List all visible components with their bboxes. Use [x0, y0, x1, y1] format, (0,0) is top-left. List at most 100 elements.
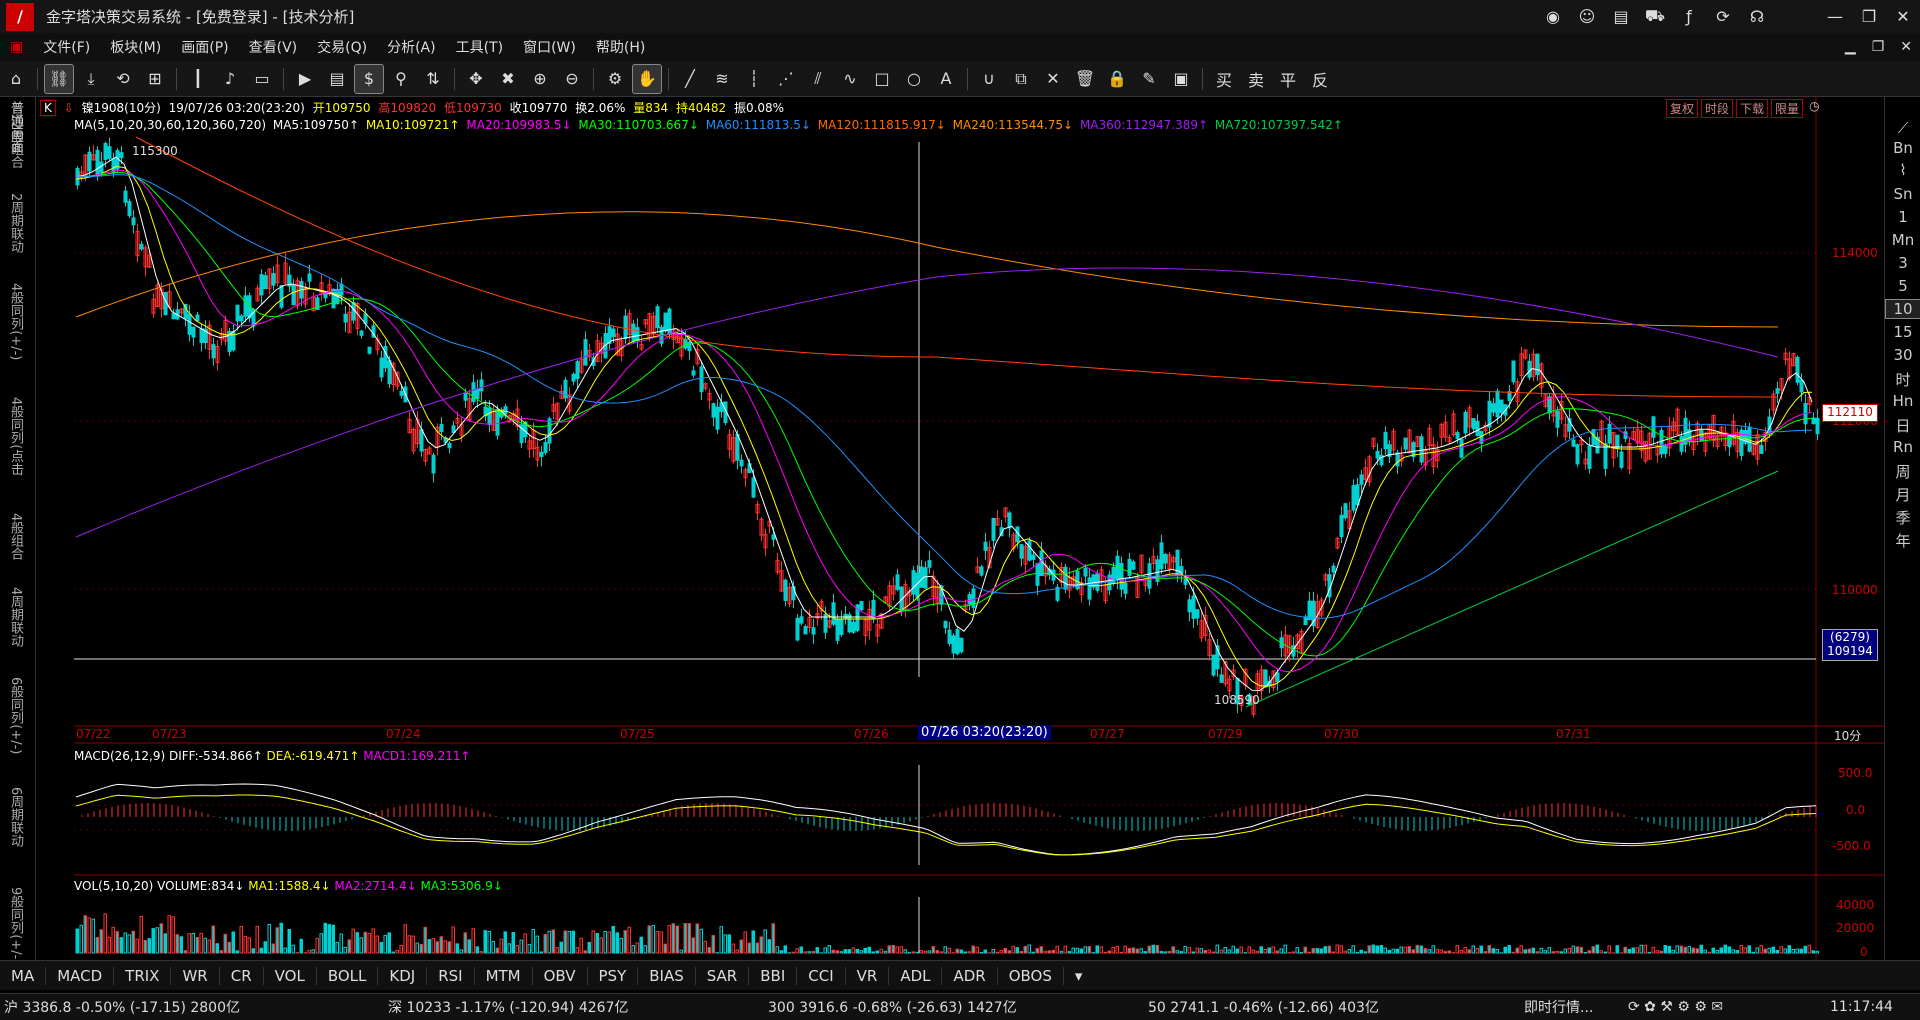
document-icon[interactable]: ▤ [322, 64, 352, 94]
tab-adr[interactable]: ADR [942, 966, 998, 985]
pen-icon[interactable]: ✎ [1134, 64, 1164, 94]
tab-trix[interactable]: TRIX [114, 966, 172, 985]
tab-macd[interactable]: MACD [46, 966, 115, 985]
tab-cr[interactable]: CR [220, 966, 264, 985]
ellipse-tool-icon[interactable]: ○ [899, 64, 929, 94]
period-rn[interactable]: Rn [1885, 438, 1920, 456]
period-week[interactable]: 周 [1885, 461, 1920, 482]
tab-layout-1[interactable]: 12般组合 [6, 113, 25, 169]
headset-icon[interactable]: ☊ [1740, 7, 1774, 26]
menu-help[interactable]: 帮助(H) [596, 37, 645, 57]
alert-bell-icon[interactable]: ♪ [215, 64, 245, 94]
tab-cci[interactable]: CCI [797, 966, 846, 985]
tab-vol[interactable]: VOL [264, 966, 317, 985]
rss-icon[interactable]: ◉ [1536, 7, 1570, 26]
sort-icon[interactable]: ⇅ [418, 64, 448, 94]
settings-icon[interactable]: ⚙ [600, 64, 630, 94]
fan-tool-icon[interactable]: ⋰ [771, 64, 801, 94]
period-hour[interactable]: 时 [1885, 369, 1920, 390]
period-quarter[interactable]: 季 [1885, 507, 1920, 528]
tab-psy[interactable]: PSY [588, 966, 639, 985]
text-tool-icon[interactable]: A [931, 64, 961, 94]
period-mn[interactable]: Mn [1885, 231, 1920, 249]
dollar-icon[interactable]: $ [354, 63, 384, 94]
menu-sector[interactable]: 板块(M) [110, 37, 161, 57]
delete-drawing-icon[interactable]: ✕ [1038, 64, 1068, 94]
zoom-out-icon[interactable]: ⊖ [557, 64, 587, 94]
tab-vr[interactable]: VR [846, 966, 890, 985]
tab-layout-8[interactable]: 6周期联动 [6, 787, 25, 847]
tab-wr[interactable]: WR [171, 966, 220, 985]
period-1[interactable]: 1 [1885, 208, 1920, 226]
play-icon[interactable]: ▶ [290, 64, 320, 94]
period-hn[interactable]: Hn [1885, 392, 1920, 410]
period-bn[interactable]: Bn [1885, 139, 1920, 157]
period-10[interactable]: 10 [1885, 299, 1920, 319]
notes-icon[interactable]: ▤ [1604, 7, 1638, 26]
hand-icon[interactable]: ✋ [632, 63, 662, 94]
candlestick-icon[interactable]: ┃ [183, 64, 213, 94]
tab-obv[interactable]: OBV [533, 966, 588, 985]
trendline-icon[interactable]: ⟋ [1885, 119, 1920, 137]
copy-icon[interactable]: ⧉ [1006, 64, 1036, 94]
tab-bbi[interactable]: BBI [749, 966, 798, 985]
magnet-icon[interactable]: ∪ [974, 64, 1004, 94]
restore-icon[interactable]: ❐ [1852, 7, 1886, 26]
period-3[interactable]: 3 [1885, 254, 1920, 272]
chart-area[interactable] [36, 97, 1884, 960]
download-icon[interactable]: ⤓ [76, 64, 106, 94]
quote-button[interactable]: 即时行情... [1524, 997, 1593, 1017]
move-icon[interactable]: ✥ [461, 64, 491, 94]
chart-window-icon[interactable]: ▭ [247, 64, 277, 94]
more-tabs-icon[interactable]: ▾ [1064, 967, 1094, 985]
filter-icon[interactable]: ⚲ [386, 64, 416, 94]
cart-icon[interactable]: ⛟ [1638, 6, 1672, 27]
tab-mtm[interactable]: MTM [475, 966, 533, 985]
formula-icon[interactable]: ƒ [1672, 7, 1706, 26]
buy-button[interactable]: 买 [1216, 67, 1232, 91]
save-icon[interactable]: ▣ [1166, 64, 1196, 94]
period-30[interactable]: 30 [1885, 346, 1920, 364]
vertical-lines-icon[interactable]: ┆ [739, 64, 769, 94]
grid-icon[interactable]: ⊞ [140, 64, 170, 94]
link-icon[interactable]: ⛓ [44, 63, 74, 94]
tab-layout-6[interactable]: 4周期联动 [6, 587, 25, 647]
tab-boll[interactable]: BOLL [317, 966, 379, 985]
tab-layout-5[interactable]: 4般组合 [6, 513, 25, 560]
menu-logo-icon[interactable]: ▣ [10, 39, 23, 55]
menu-analysis[interactable]: 分析(A) [387, 37, 436, 57]
period-day[interactable]: 日 [1885, 415, 1920, 436]
tab-bias[interactable]: BIAS [638, 966, 696, 985]
child-close-icon[interactable]: ✕ [1900, 39, 1912, 55]
menu-file[interactable]: 文件(F) [43, 37, 90, 57]
tab-layout-7[interactable]: 6般同列(+/-) [6, 677, 25, 754]
tab-layout-3[interactable]: 4般同列(+/-) [6, 283, 25, 360]
dropdown-icon[interactable]: ⇩ [64, 101, 74, 115]
child-minimize-icon[interactable]: ▁ [1845, 39, 1856, 55]
reverse-button[interactable]: 反 [1312, 67, 1328, 91]
lock-icon[interactable]: 🔒 [1102, 64, 1132, 94]
tab-obos[interactable]: OBOS [998, 966, 1064, 985]
tab-adl[interactable]: ADL [889, 966, 943, 985]
period-year[interactable]: 年 [1885, 530, 1920, 551]
wave-tool-icon[interactable]: ∿ [835, 64, 865, 94]
minimize-icon[interactable]: — [1818, 7, 1852, 26]
tab-layout-9[interactable]: 9般同列(+/-) [6, 887, 25, 964]
crosshair-icon[interactable]: ✖ [493, 64, 523, 94]
zoom-in-icon[interactable]: ⊕ [525, 64, 555, 94]
sell-button[interactable]: 卖 [1248, 67, 1264, 91]
tab-ma[interactable]: MA [0, 966, 47, 985]
home-icon[interactable]: ⌂ [1, 64, 31, 94]
trash-icon[interactable]: 🗑 [1070, 64, 1100, 94]
line-tool-icon[interactable]: ╱ [675, 64, 705, 94]
menu-trade[interactable]: 交易(Q) [317, 37, 367, 57]
sync-icon[interactable]: ⟲ [108, 64, 138, 94]
kline-chart[interactable] [36, 97, 1884, 960]
channel-tool-icon[interactable]: ≋ [707, 64, 737, 94]
rectangle-tool-icon[interactable]: □ [867, 64, 897, 94]
tab-kdj[interactable]: KDJ [378, 966, 428, 985]
limit-button[interactable]: 限量 [1771, 99, 1804, 118]
period-5[interactable]: 5 [1885, 277, 1920, 295]
tab-rsi[interactable]: RSI [427, 966, 475, 985]
chart-icon[interactable]: ⌇ [1885, 161, 1920, 179]
